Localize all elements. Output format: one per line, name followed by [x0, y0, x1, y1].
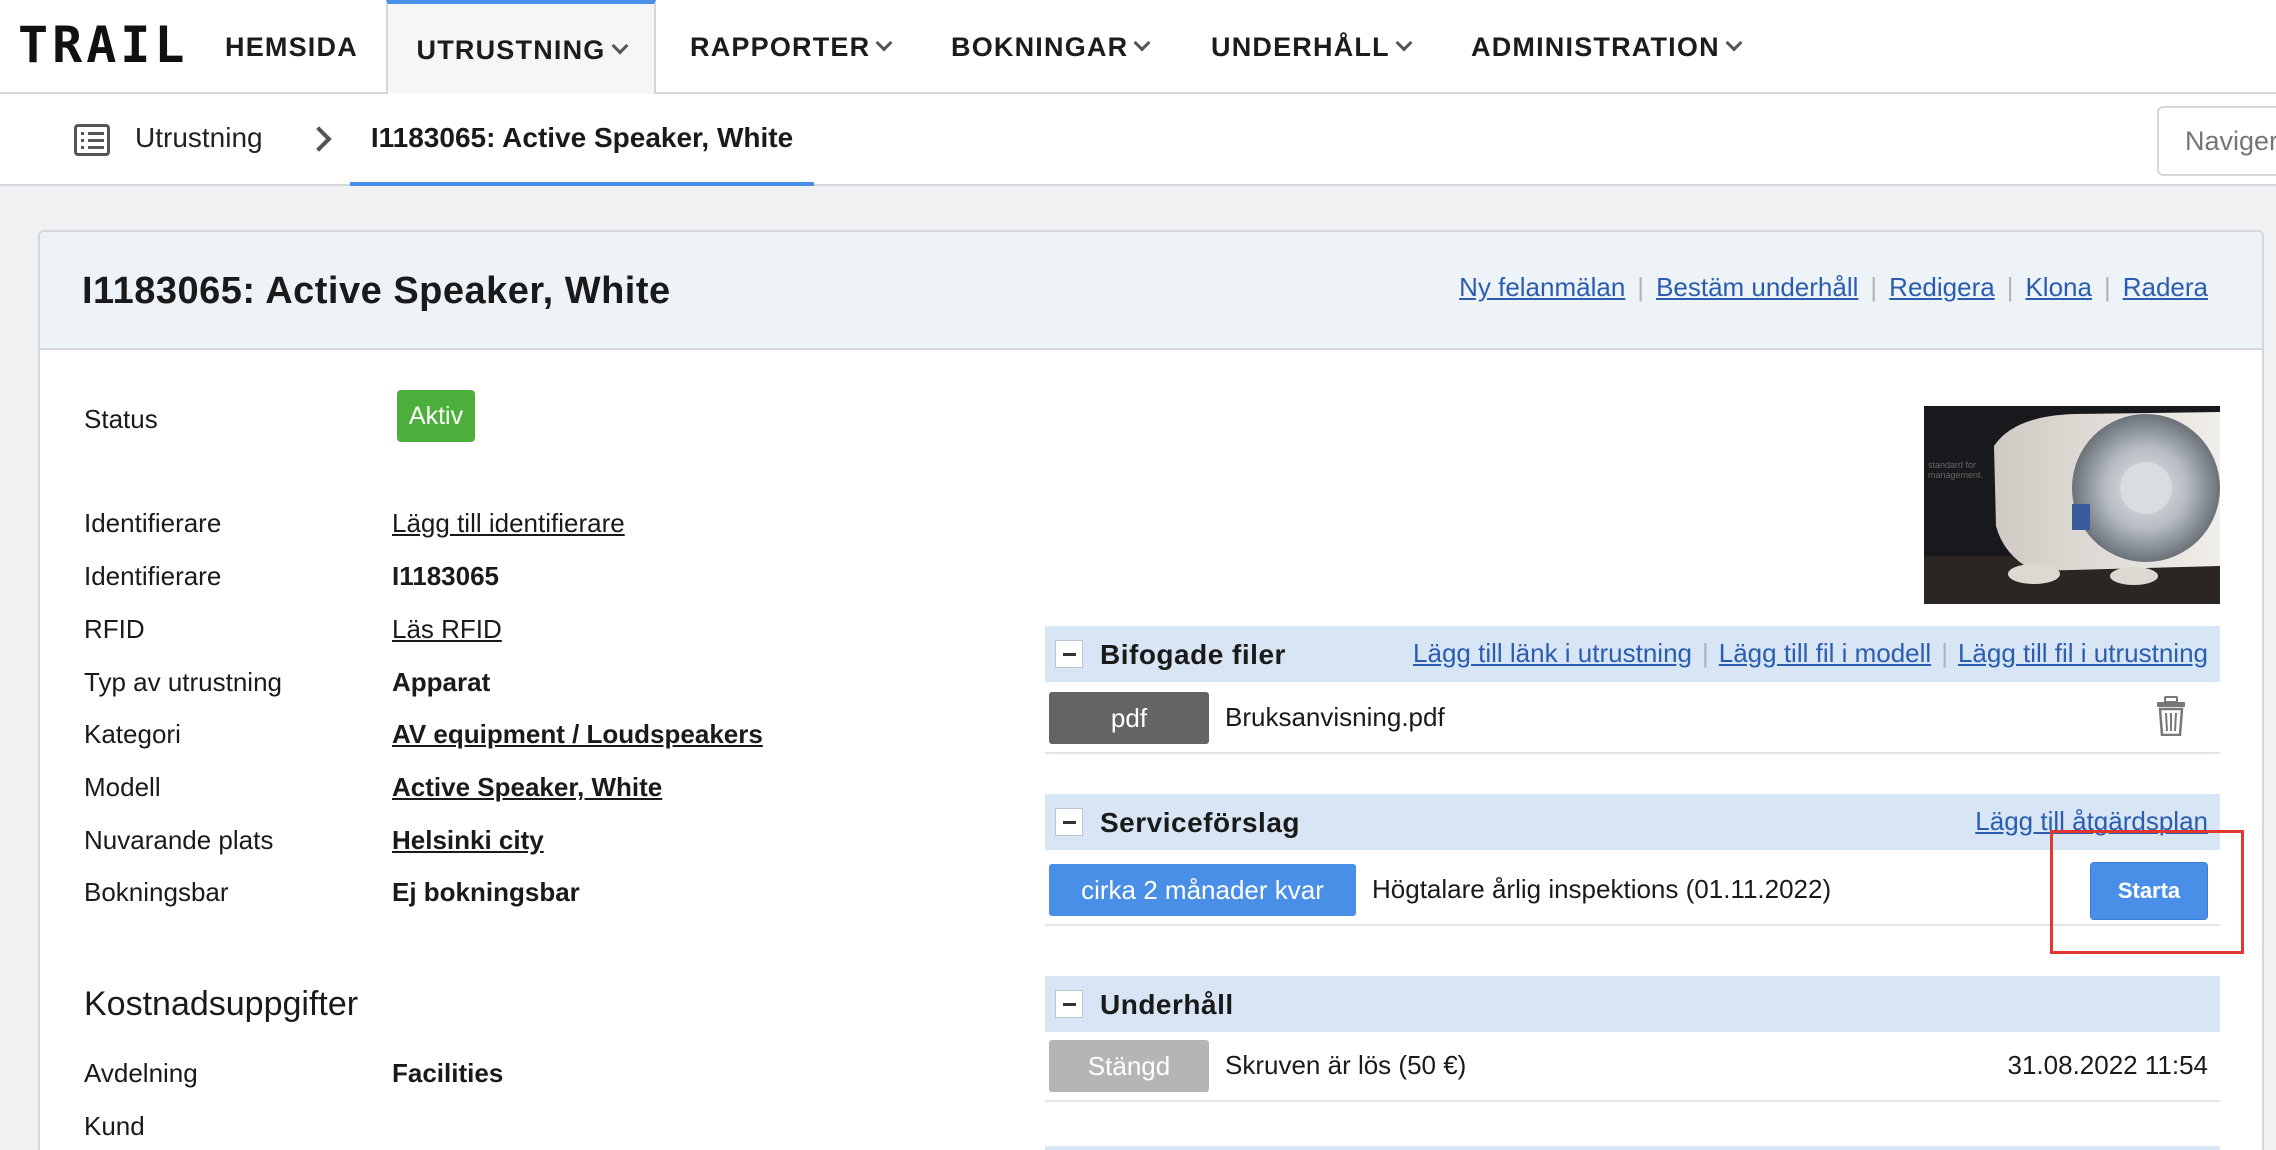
department-label: Avdelning	[84, 1058, 198, 1088]
nav-item-utrustning[interactable]: UTRUSTNING	[386, 0, 656, 96]
nav-item-bokningar[interactable]: BOKNINGAR	[951, 0, 1151, 94]
equipment-type-value: Apparat	[392, 667, 491, 697]
category-link[interactable]: AV equipment / Loudspeakers	[392, 719, 763, 750]
file-name[interactable]: Bruksanvisning.pdf	[1225, 702, 1445, 733]
bookable-value: Ej bokningsbar	[392, 877, 580, 907]
identifier-label: Identifierare	[84, 508, 222, 538]
department-value: Facilities	[392, 1058, 504, 1088]
breadcrumb: Utrustning I1183065: Active Speaker, Whi…	[0, 94, 2276, 186]
identifier-label: Identifierare	[84, 561, 222, 591]
equipment-type-label: Typ av utrustning	[84, 667, 282, 697]
panel-header: I1183065: Active Speaker, White Ny felan…	[40, 232, 2262, 350]
schedule-maintenance-link[interactable]: Bestäm underhåll	[1656, 272, 1858, 303]
clone-link[interactable]: Klona	[2025, 272, 2092, 303]
breadcrumb-current[interactable]: I1183065: Active Speaker, White	[350, 94, 814, 186]
costs-title: Kostnadsuppgifter	[84, 985, 359, 1023]
due-badge: cirka 2 månader kvar	[1049, 864, 1356, 916]
add-identifier-link[interactable]: Lägg till identifierare	[392, 508, 625, 539]
read-rfid-link[interactable]: Läs RFID	[392, 614, 502, 645]
delete-link[interactable]: Radera	[2123, 272, 2208, 303]
maintenance-date: 31.08.2022 11:54	[2007, 1050, 2208, 1080]
breadcrumb-utrustning[interactable]: Utrustning	[135, 122, 263, 154]
edit-link[interactable]: Redigera	[1889, 272, 1995, 303]
model-link[interactable]: Active Speaker, White	[392, 772, 662, 803]
nav-item-rapporter[interactable]: RAPPORTER	[690, 0, 893, 94]
trash-icon[interactable]	[2156, 696, 2186, 736]
list-item: pdf Bruksanvisning.pdf	[1045, 682, 2220, 754]
product-image[interactable]: standard for management.	[1924, 406, 2220, 604]
chevron-down-icon	[611, 37, 628, 55]
panel-actions: Ny felanmälan | Bestäm underhåll | Redig…	[1459, 272, 2208, 303]
maintenance-text: Skruven är lös (50 €)	[1225, 1050, 1467, 1080]
bookable-label: Bokningsbar	[84, 877, 229, 907]
attachments-header: Bifogade filer Lägg till länk i utrustni…	[1045, 626, 2220, 682]
speaker-photo: standard for management.	[1924, 406, 2220, 604]
collapse-icon[interactable]	[1055, 990, 1083, 1018]
identifier-value: I1183065	[392, 561, 500, 591]
collapse-icon[interactable]	[1055, 808, 1083, 836]
nav-item-underhall[interactable]: UNDERHÅLL	[1211, 0, 1413, 94]
section-header-strip	[1045, 1146, 2220, 1150]
model-label: Modell	[84, 772, 161, 802]
add-file-to-model-link[interactable]: Lägg till fil i modell	[1719, 638, 1931, 669]
service-suggestions-title: Serviceförslag	[1100, 807, 1300, 838]
chevron-right-icon	[306, 126, 332, 152]
maintenance-title: Underhåll	[1100, 989, 1234, 1020]
maintenance-header: Underhåll	[1045, 976, 2220, 1032]
top-navigation: TRAIL HEMSIDA UTRUSTNING RAPPORTER BOKNI…	[0, 0, 2276, 96]
image-text-line-1: standard for	[1928, 460, 1976, 470]
file-type-badge[interactable]: pdf	[1049, 692, 1209, 744]
collapse-icon[interactable]	[1055, 640, 1083, 668]
rfid-label: RFID	[84, 614, 145, 644]
status-label: Status	[84, 404, 158, 434]
chevron-down-icon	[1395, 34, 1413, 52]
list-icon[interactable]	[74, 124, 110, 156]
status-badge: Stängd	[1049, 1040, 1209, 1092]
new-fault-report-link[interactable]: Ny felanmälan	[1459, 272, 1625, 303]
chevron-down-icon	[875, 34, 893, 52]
service-text: Högtalare årlig inspektions (01.11.2022)	[1372, 874, 1832, 904]
add-file-to-equipment-link[interactable]: Lägg till fil i utrustning	[1958, 638, 2208, 669]
trail-logo[interactable]: TRAIL	[18, 20, 189, 70]
highlight-box	[2050, 830, 2244, 954]
chevron-down-icon	[1725, 34, 1743, 52]
nav-item-hemsida[interactable]: HEMSIDA	[225, 0, 358, 94]
navigate-input[interactable]	[2157, 106, 2276, 176]
page-title: I1183065: Active Speaker, White	[82, 270, 671, 312]
image-text-line-2: management.	[1928, 470, 1983, 480]
nav-item-administration[interactable]: ADMINISTRATION	[1471, 0, 1743, 94]
list-item[interactable]: Stängd Skruven är lös (50 €) 31.08.2022 …	[1045, 1030, 2220, 1102]
chevron-down-icon	[1133, 34, 1151, 52]
attachments-title: Bifogade filer	[1100, 639, 1286, 670]
service-suggestions-header: Serviceförslag Lägg till åtgärdsplan	[1045, 794, 2220, 850]
add-link-to-equipment-link[interactable]: Lägg till länk i utrustning	[1413, 638, 1692, 669]
category-label: Kategori	[84, 719, 181, 749]
customer-label: Kund	[84, 1111, 145, 1141]
location-link[interactable]: Helsinki city	[392, 825, 544, 856]
list-item: cirka 2 månader kvar Högtalare årlig ins…	[1045, 854, 2220, 926]
status-badge: Aktiv	[397, 390, 475, 442]
location-label: Nuvarande plats	[84, 825, 274, 855]
